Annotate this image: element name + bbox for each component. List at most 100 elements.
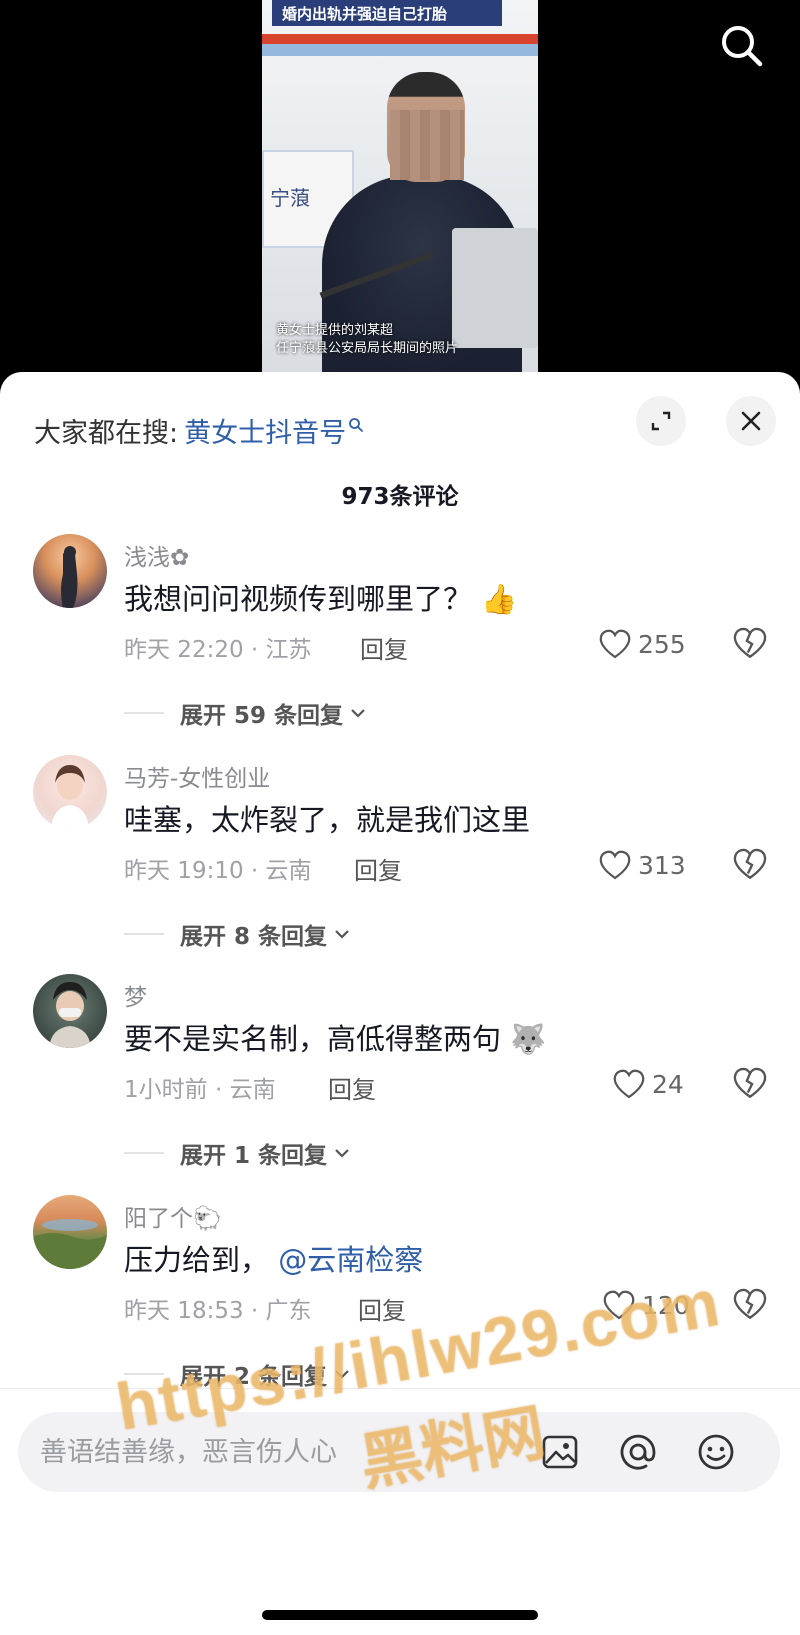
video-caption-line1: 黄女士提供的刘某超 (276, 323, 394, 338)
chevron-down-icon (335, 1149, 349, 1158)
broken-heart-icon (733, 627, 767, 659)
like-count: 24 (652, 1069, 684, 1099)
divider (124, 1373, 164, 1375)
home-indicator[interactable] (262, 1610, 538, 1620)
like-count: 255 (638, 629, 686, 659)
comment-body: 要不是实名制，高低得整两句 (124, 1022, 502, 1056)
heart-icon (599, 850, 631, 880)
divider (124, 712, 164, 714)
video-backdrop-band (262, 44, 538, 56)
comment-count: 973条评论 (341, 484, 459, 510)
at-icon (620, 1434, 656, 1470)
heart-icon (613, 1069, 645, 1099)
broken-heart-icon (733, 1288, 767, 1320)
video-player[interactable]: 宁蒗 婚内出轨并强迫自己打胎 黄女士提供的刘某超 任宁蒗县公安局局长期间的照片 (0, 0, 800, 372)
top-search-button[interactable] (716, 20, 768, 72)
mention-link[interactable]: @云南检察 (278, 1243, 423, 1277)
expand-replies-label: 展开 1 条回复 (180, 1143, 328, 1169)
search-icon (722, 26, 763, 67)
reply-button[interactable]: 回复 (358, 1291, 406, 1326)
dislike-button[interactable] (732, 626, 768, 662)
suggestion-prefix: 大家都在搜: (34, 417, 179, 449)
like-button[interactable]: 255 (598, 626, 686, 662)
comment-text: 我想问问视频传到哪里了？ 👍 (124, 576, 517, 618)
video-caption: 黄女士提供的刘某超 任宁蒗县公安局局长期间的照片 (276, 322, 526, 358)
search-suggestion[interactable]: 大家都在搜: 黄女士抖音号 (34, 410, 364, 450)
broken-heart-icon (733, 1067, 767, 1099)
heart-icon (599, 629, 631, 659)
divider (124, 1152, 164, 1154)
mention-button[interactable] (616, 1430, 660, 1474)
avatar-portrait (51, 765, 89, 829)
avatar[interactable] (33, 755, 107, 829)
comment-text: 要不是实名制，高低得整两句 🐺 (124, 1016, 546, 1058)
expand-replies[interactable]: 展开 2 条回复 (124, 1357, 353, 1391)
reply-button[interactable]: 回复 (328, 1070, 376, 1105)
comment-author[interactable]: 梦 (124, 978, 147, 1012)
like-button[interactable]: 313 (598, 847, 686, 883)
comment-body: 我想问问视频传到哪里了？ (124, 582, 473, 616)
dislike-button[interactable] (732, 1287, 768, 1323)
reply-button[interactable]: 回复 (354, 851, 402, 886)
divider (124, 933, 164, 935)
comment-meta: 昨天 18:53 · 广东 (124, 1298, 312, 1324)
video-thumbnail[interactable]: 宁蒗 婚内出轨并强迫自己打胎 黄女士提供的刘某超 任宁蒗县公安局局长期间的照片 (262, 0, 538, 372)
expand-button[interactable] (636, 396, 686, 446)
comment-input-bar (18, 1412, 780, 1492)
dislike-button[interactable] (732, 1066, 768, 1102)
avatar-silhouette (61, 546, 78, 608)
emoji-button[interactable] (694, 1430, 738, 1474)
comment-text: 压力给到， @云南检察 (124, 1237, 423, 1279)
thumbs-up-emoji: 👍 (481, 582, 518, 616)
comment-author[interactable]: 阳了个🐑 (124, 1199, 222, 1233)
comment-meta: 昨天 22:20 · 江苏 (124, 637, 312, 663)
expand-replies-label: 展开 8 条回复 (180, 924, 328, 950)
divider (0, 1388, 800, 1389)
wolf-emoji: 🐺 (510, 1022, 547, 1056)
comment-author[interactable]: 马芳-女性创业 (124, 759, 270, 793)
search-icon (349, 418, 364, 432)
avatar[interactable] (33, 974, 107, 1048)
comment-sheet: 大家都在搜: 黄女士抖音号 973条评论 浅浅✿ 我想问问视频传到哪里了？ 👍 … (0, 372, 800, 1635)
avatar[interactable] (33, 1195, 107, 1269)
emoji-icon (698, 1434, 734, 1470)
avatar[interactable] (33, 534, 107, 608)
reply-button[interactable]: 回复 (360, 630, 408, 665)
broken-heart-icon (733, 848, 767, 880)
suggestion-term[interactable]: 黄女士抖音号 (184, 411, 346, 450)
like-button[interactable]: 24 (612, 1066, 684, 1102)
comment-meta: 昨天 19:10 · 云南 (124, 858, 312, 884)
comment-item: 梦 要不是实名制，高低得整两句 🐺 1小时前 · 云南 回复 24 展开 1 条… (0, 974, 800, 1174)
expand-replies[interactable]: 展开 8 条回复 (124, 917, 353, 951)
comment-item: 阳了个🐑 压力给到， @云南检察 昨天 18:53 · 广东 回复 120 展开… (0, 1195, 800, 1395)
video-backdrop-stripe (262, 34, 538, 44)
video-face-mosaic (390, 110, 464, 180)
heart-icon (603, 1290, 635, 1320)
avatar-portrait (49, 982, 91, 1048)
comment-body: 压力给到， (124, 1243, 270, 1277)
dislike-button[interactable] (732, 847, 768, 883)
expand-replies[interactable]: 展开 1 条回复 (124, 1136, 353, 1170)
chevron-down-icon (335, 1370, 349, 1379)
chevron-down-icon (335, 930, 349, 939)
expand-replies[interactable]: 展开 59 条回复 (124, 696, 369, 730)
like-count: 120 (642, 1290, 690, 1320)
close-icon (741, 411, 761, 431)
comment-author[interactable]: 浅浅✿ (124, 538, 189, 572)
expand-replies-label: 展开 59 条回复 (180, 703, 344, 729)
image-icon (542, 1435, 578, 1469)
video-caption-line2: 任宁蒗县公安局局长期间的照片 (276, 341, 459, 356)
chevron-down-icon (351, 709, 365, 718)
comment-item: 浅浅✿ 我想问问视频传到哪里了？ 👍 昨天 22:20 · 江苏 回复 255 … (0, 534, 800, 734)
comment-meta: 1小时前 · 云南 (124, 1077, 276, 1103)
close-button[interactable] (726, 396, 776, 446)
video-title-banner: 婚内出轨并强迫自己打胎 (272, 0, 502, 26)
expand-replies-label: 展开 2 条回复 (180, 1364, 328, 1390)
comment-input[interactable] (40, 1412, 520, 1492)
like-button[interactable]: 120 (602, 1287, 690, 1323)
comment-text: 哇塞，太炸裂了，就是我们这里 (124, 797, 530, 839)
image-button[interactable] (538, 1430, 582, 1474)
comment-body: 哇塞，太炸裂了，就是我们这里 (124, 803, 531, 837)
expand-icon (651, 411, 671, 431)
avatar-landscape (33, 1219, 107, 1269)
